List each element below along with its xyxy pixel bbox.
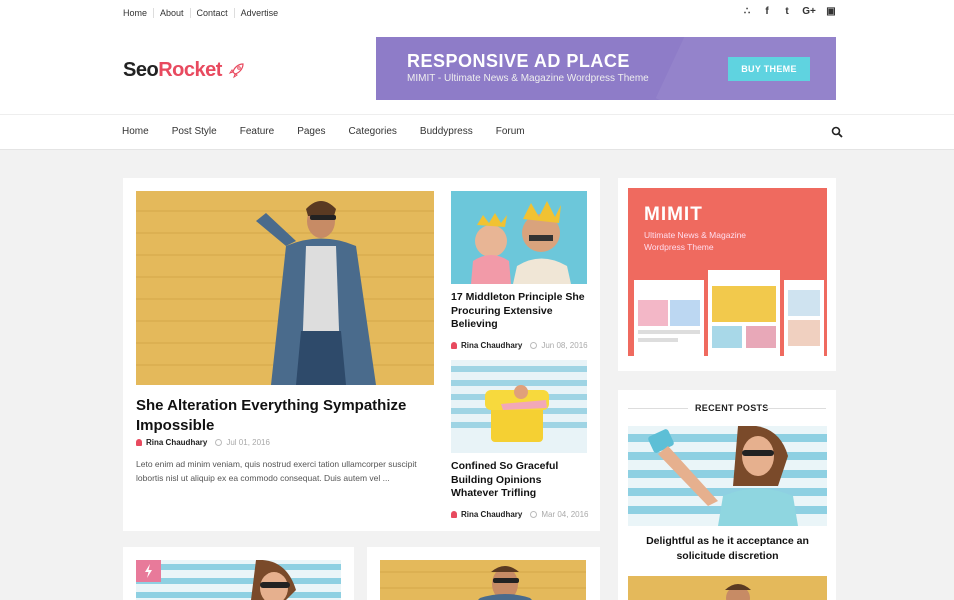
- side-post-meta: Rina Chaudhary Mar 04, 2016: [451, 510, 588, 519]
- ad-title: RESPONSIVE AD PLACE: [407, 51, 630, 71]
- author-icon: [451, 342, 457, 349]
- post-card-image[interactable]: [136, 560, 341, 600]
- social-icons: ∴ f t G+ ▣: [742, 6, 836, 18]
- divider: [766, 408, 826, 409]
- nav-item-feature[interactable]: Feature: [240, 126, 274, 137]
- side-post-image[interactable]: [451, 191, 587, 284]
- side-post-meta: Rina Chaudhary Jun 08, 2016: [451, 341, 588, 350]
- featured-image[interactable]: [136, 191, 434, 385]
- recent-posts-widget: RECENT POSTS Delightful as he it accepta…: [618, 390, 836, 600]
- twitter-icon[interactable]: t: [782, 6, 792, 18]
- ad-banner[interactable]: RESPONSIVE AD PLACE MIMIT - Ultimate New…: [376, 37, 836, 100]
- post-card: [367, 547, 600, 600]
- main-nav: Home Post Style Feature Pages Categories…: [0, 114, 954, 150]
- buy-theme-button[interactable]: BUY THEME: [728, 57, 810, 81]
- site-header: SeoRocket RESPONSIVE AD PLACE MIMIT - Ul…: [0, 26, 954, 114]
- clock-icon: [530, 511, 538, 518]
- nav-item-buddypress[interactable]: Buddypress: [420, 126, 473, 137]
- author-icon: [451, 511, 457, 518]
- sidebar-ad-subtitle: Ultimate News & Magazine: [644, 230, 747, 240]
- side-post-author[interactable]: Rina Chaudhary: [461, 341, 522, 350]
- side-post-date: Jun 08, 2016: [541, 341, 588, 350]
- ad-subtitle: MIMIT - Ultimate News & Magazine Wordpre…: [407, 73, 649, 84]
- sidebar-ad-subtitle: Wordpress Theme: [644, 242, 714, 252]
- side-post-date: Mar 04, 2016: [541, 510, 589, 519]
- nav-item-pages[interactable]: Pages: [297, 126, 325, 137]
- divider: [628, 408, 688, 409]
- search-icon[interactable]: [831, 126, 843, 138]
- flash-badge: [136, 560, 161, 582]
- nav-item-forum[interactable]: Forum: [496, 126, 525, 137]
- featured-date: Jul 01, 2016: [226, 438, 270, 447]
- sidebar-ad-image[interactable]: MIMIT Ultimate News & Magazine Wordpress…: [628, 188, 827, 356]
- side-post-image[interactable]: [451, 360, 587, 453]
- top-link-contact[interactable]: Contact: [189, 8, 234, 18]
- top-links: Home About Contact Advertise: [123, 8, 284, 18]
- rocket-icon: [228, 63, 244, 79]
- logo-text-seo: Seo: [123, 59, 159, 81]
- instagram-icon[interactable]: ▣: [826, 6, 836, 18]
- side-post-author[interactable]: Rina Chaudhary: [461, 510, 522, 519]
- lightning-icon: [145, 564, 152, 578]
- recent-post-title[interactable]: Delightful as he it acceptance an: [628, 535, 827, 549]
- side-post-title[interactable]: 17 Middleton Principle She Procuring Ext…: [451, 291, 591, 332]
- top-link-advertise[interactable]: Advertise: [233, 8, 285, 18]
- featured-meta: Rina Chaudhary Jul 01, 2016: [136, 438, 270, 447]
- recent-post-title[interactable]: solicitude discretion: [628, 550, 827, 564]
- nav-item-home[interactable]: Home: [122, 126, 149, 137]
- logo-text-rocket: Rocket: [158, 59, 222, 81]
- rss-icon[interactable]: ∴: [742, 6, 752, 18]
- featured-section: She Alteration Everything Sympathize Imp…: [123, 178, 600, 531]
- nav-item-post-style[interactable]: Post Style: [172, 126, 217, 137]
- facebook-icon[interactable]: f: [762, 6, 772, 18]
- recent-posts-title: RECENT POSTS: [695, 403, 769, 413]
- clock-icon: [530, 342, 538, 349]
- post-card-image[interactable]: [380, 560, 586, 600]
- top-bar: Home About Contact Advertise ∴ f t G+ ▣: [0, 0, 954, 26]
- post-card: [123, 547, 354, 600]
- theme-preview-mockup: [634, 270, 824, 356]
- featured-excerpt: Leto enim ad minim veniam, quis nostrud …: [136, 459, 417, 483]
- top-link-home[interactable]: Home: [123, 8, 153, 18]
- top-link-about[interactable]: About: [153, 8, 190, 18]
- recent-post-image[interactable]: [628, 426, 827, 526]
- author-icon: [136, 439, 142, 446]
- site-logo[interactable]: SeoRocket: [123, 59, 222, 82]
- nav-item-categories[interactable]: Categories: [349, 126, 397, 137]
- google-plus-icon[interactable]: G+: [802, 6, 816, 18]
- side-post-title[interactable]: Confined So Graceful Building Opinions W…: [451, 460, 591, 501]
- sidebar-ad-widget: MIMIT Ultimate News & Magazine Wordpress…: [618, 178, 836, 371]
- clock-icon: [215, 439, 223, 446]
- featured-title[interactable]: She Alteration Everything Sympathize Imp…: [136, 396, 426, 435]
- sidebar-ad-title: MIMIT: [644, 204, 703, 225]
- recent-post-image[interactable]: [628, 576, 827, 600]
- featured-author[interactable]: Rina Chaudhary: [146, 438, 207, 447]
